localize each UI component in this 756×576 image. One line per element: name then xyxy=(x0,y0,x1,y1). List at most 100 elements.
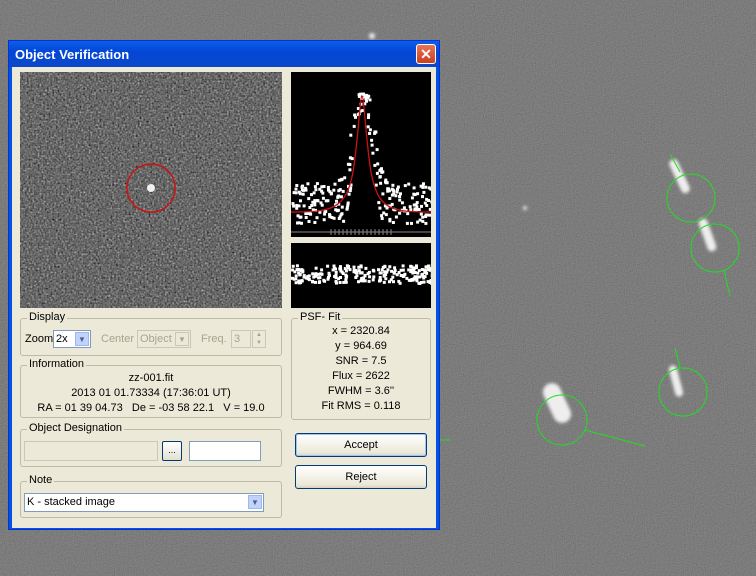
psf-data-point xyxy=(421,219,425,223)
reject-button[interactable]: Reject xyxy=(295,465,427,489)
residual-point xyxy=(429,279,431,282)
psf-data-point xyxy=(379,168,383,172)
psf-data-point xyxy=(391,183,395,187)
psf-data-point xyxy=(298,215,302,219)
note-value: K - stacked image xyxy=(27,496,116,508)
spin-down-icon[interactable]: ▼ xyxy=(253,339,265,347)
object-verification-dialog: Object Verification ✕ Display Zoom 2x ▼ … xyxy=(8,40,440,530)
residual-point xyxy=(311,280,315,284)
psf-y: y = 964.69 xyxy=(335,340,387,352)
psf-data-point xyxy=(427,199,430,202)
psf-data-point xyxy=(302,204,306,208)
dialog-client-area: Display Zoom 2x ▼ Center Object ▼ Freq. … xyxy=(12,67,436,528)
psf-data-point xyxy=(329,191,333,195)
freq-spinner[interactable]: ▲ ▼ xyxy=(252,330,266,348)
residual-point xyxy=(367,279,371,283)
psf-data-point xyxy=(340,205,344,209)
note-select[interactable]: K - stacked image ▼ xyxy=(24,493,264,512)
psf-data-point xyxy=(388,197,392,200)
residual-point xyxy=(311,272,315,276)
psf-data-point xyxy=(378,206,382,210)
residual-point xyxy=(320,268,324,272)
residual-point xyxy=(388,265,392,269)
psf-data-point xyxy=(340,212,344,216)
psf-data-point xyxy=(322,185,326,188)
psf-rms: Fit RMS = 0.118 xyxy=(321,400,401,412)
residual-point xyxy=(333,266,336,270)
psf-data-point xyxy=(394,215,398,219)
residual-point xyxy=(304,276,308,280)
psf-flux: Flux = 2622 xyxy=(332,370,390,382)
residual-point xyxy=(412,277,416,281)
freq-input[interactable]: 3 xyxy=(231,330,251,348)
residual-point xyxy=(398,281,402,285)
chevron-down-icon[interactable]: ▼ xyxy=(248,495,262,509)
psf-data-point xyxy=(308,206,312,209)
chevron-down-icon[interactable]: ▼ xyxy=(175,332,189,346)
browse-button[interactable]: ... xyxy=(162,441,182,461)
psf-data-point xyxy=(352,124,356,128)
residual-point xyxy=(424,269,428,273)
psf-data-point xyxy=(375,171,379,175)
chevron-down-icon[interactable]: ▼ xyxy=(75,332,89,346)
accept-button[interactable]: Accept xyxy=(295,433,427,457)
psf-data-point xyxy=(312,191,316,195)
psf-data-point xyxy=(419,184,423,188)
psf-data-point xyxy=(413,207,417,211)
residual-point xyxy=(357,280,360,284)
designation-extra-input[interactable] xyxy=(189,441,261,461)
psf-data-point xyxy=(403,184,407,188)
residual-point xyxy=(316,272,320,276)
residual-point xyxy=(415,278,419,282)
designation-input[interactable] xyxy=(24,441,158,461)
psf-data-point xyxy=(380,170,384,174)
psf-data-point xyxy=(398,195,402,198)
residual-point xyxy=(344,269,348,273)
psf-data-point xyxy=(310,193,313,197)
psf-data-point xyxy=(357,93,361,97)
residual-point xyxy=(342,280,346,284)
psf-data-point xyxy=(366,125,370,129)
residual-point xyxy=(300,279,304,283)
display-group-label: Display xyxy=(27,311,68,323)
residual-point xyxy=(338,281,342,284)
residual-point xyxy=(339,265,342,269)
psf-data-point xyxy=(366,96,369,100)
zoomed-image-view[interactable] xyxy=(20,72,282,308)
psf-data-point xyxy=(333,182,337,186)
psf-data-point xyxy=(345,207,349,211)
residual-point xyxy=(401,275,405,278)
psf-data-point xyxy=(409,208,413,212)
center-select[interactable]: Object ▼ xyxy=(137,330,191,348)
residual-point xyxy=(428,267,431,271)
zoom-select[interactable]: 2x ▼ xyxy=(53,330,91,348)
psf-data-point xyxy=(405,221,409,225)
residual-point xyxy=(322,278,326,282)
psf-data-point xyxy=(388,219,392,223)
psf-data-point xyxy=(398,198,402,202)
title-bar[interactable]: Object Verification ✕ xyxy=(9,41,439,67)
psf-data-point xyxy=(313,185,317,189)
psf-snr: SNR = 7.5 xyxy=(335,355,387,367)
close-button[interactable]: ✕ xyxy=(416,44,436,64)
psf-data-point xyxy=(292,191,296,195)
psf-data-point xyxy=(350,157,354,161)
residual-point xyxy=(418,275,422,279)
psf-data-point xyxy=(407,182,411,186)
residual-point xyxy=(297,271,301,275)
psf-data-point xyxy=(339,195,343,199)
residual-point xyxy=(327,274,331,277)
psf-x: x = 2320.84 xyxy=(332,325,390,337)
psf-data-point xyxy=(294,187,298,191)
residual-point xyxy=(334,276,338,280)
psf-data-point xyxy=(427,186,431,190)
residual-point xyxy=(297,268,301,271)
residual-point xyxy=(420,268,424,271)
psf-fit-group: PSF- Fit x = 2320.84 y = 964.69 SNR = 7.… xyxy=(291,311,431,420)
spin-up-icon[interactable]: ▲ xyxy=(253,331,265,339)
psf-data-point xyxy=(412,203,416,207)
residual-point xyxy=(377,268,380,272)
freq-label: Freq. xyxy=(201,333,227,345)
info-filename: zz-001.fit xyxy=(128,372,174,384)
psf-data-point xyxy=(368,128,372,132)
